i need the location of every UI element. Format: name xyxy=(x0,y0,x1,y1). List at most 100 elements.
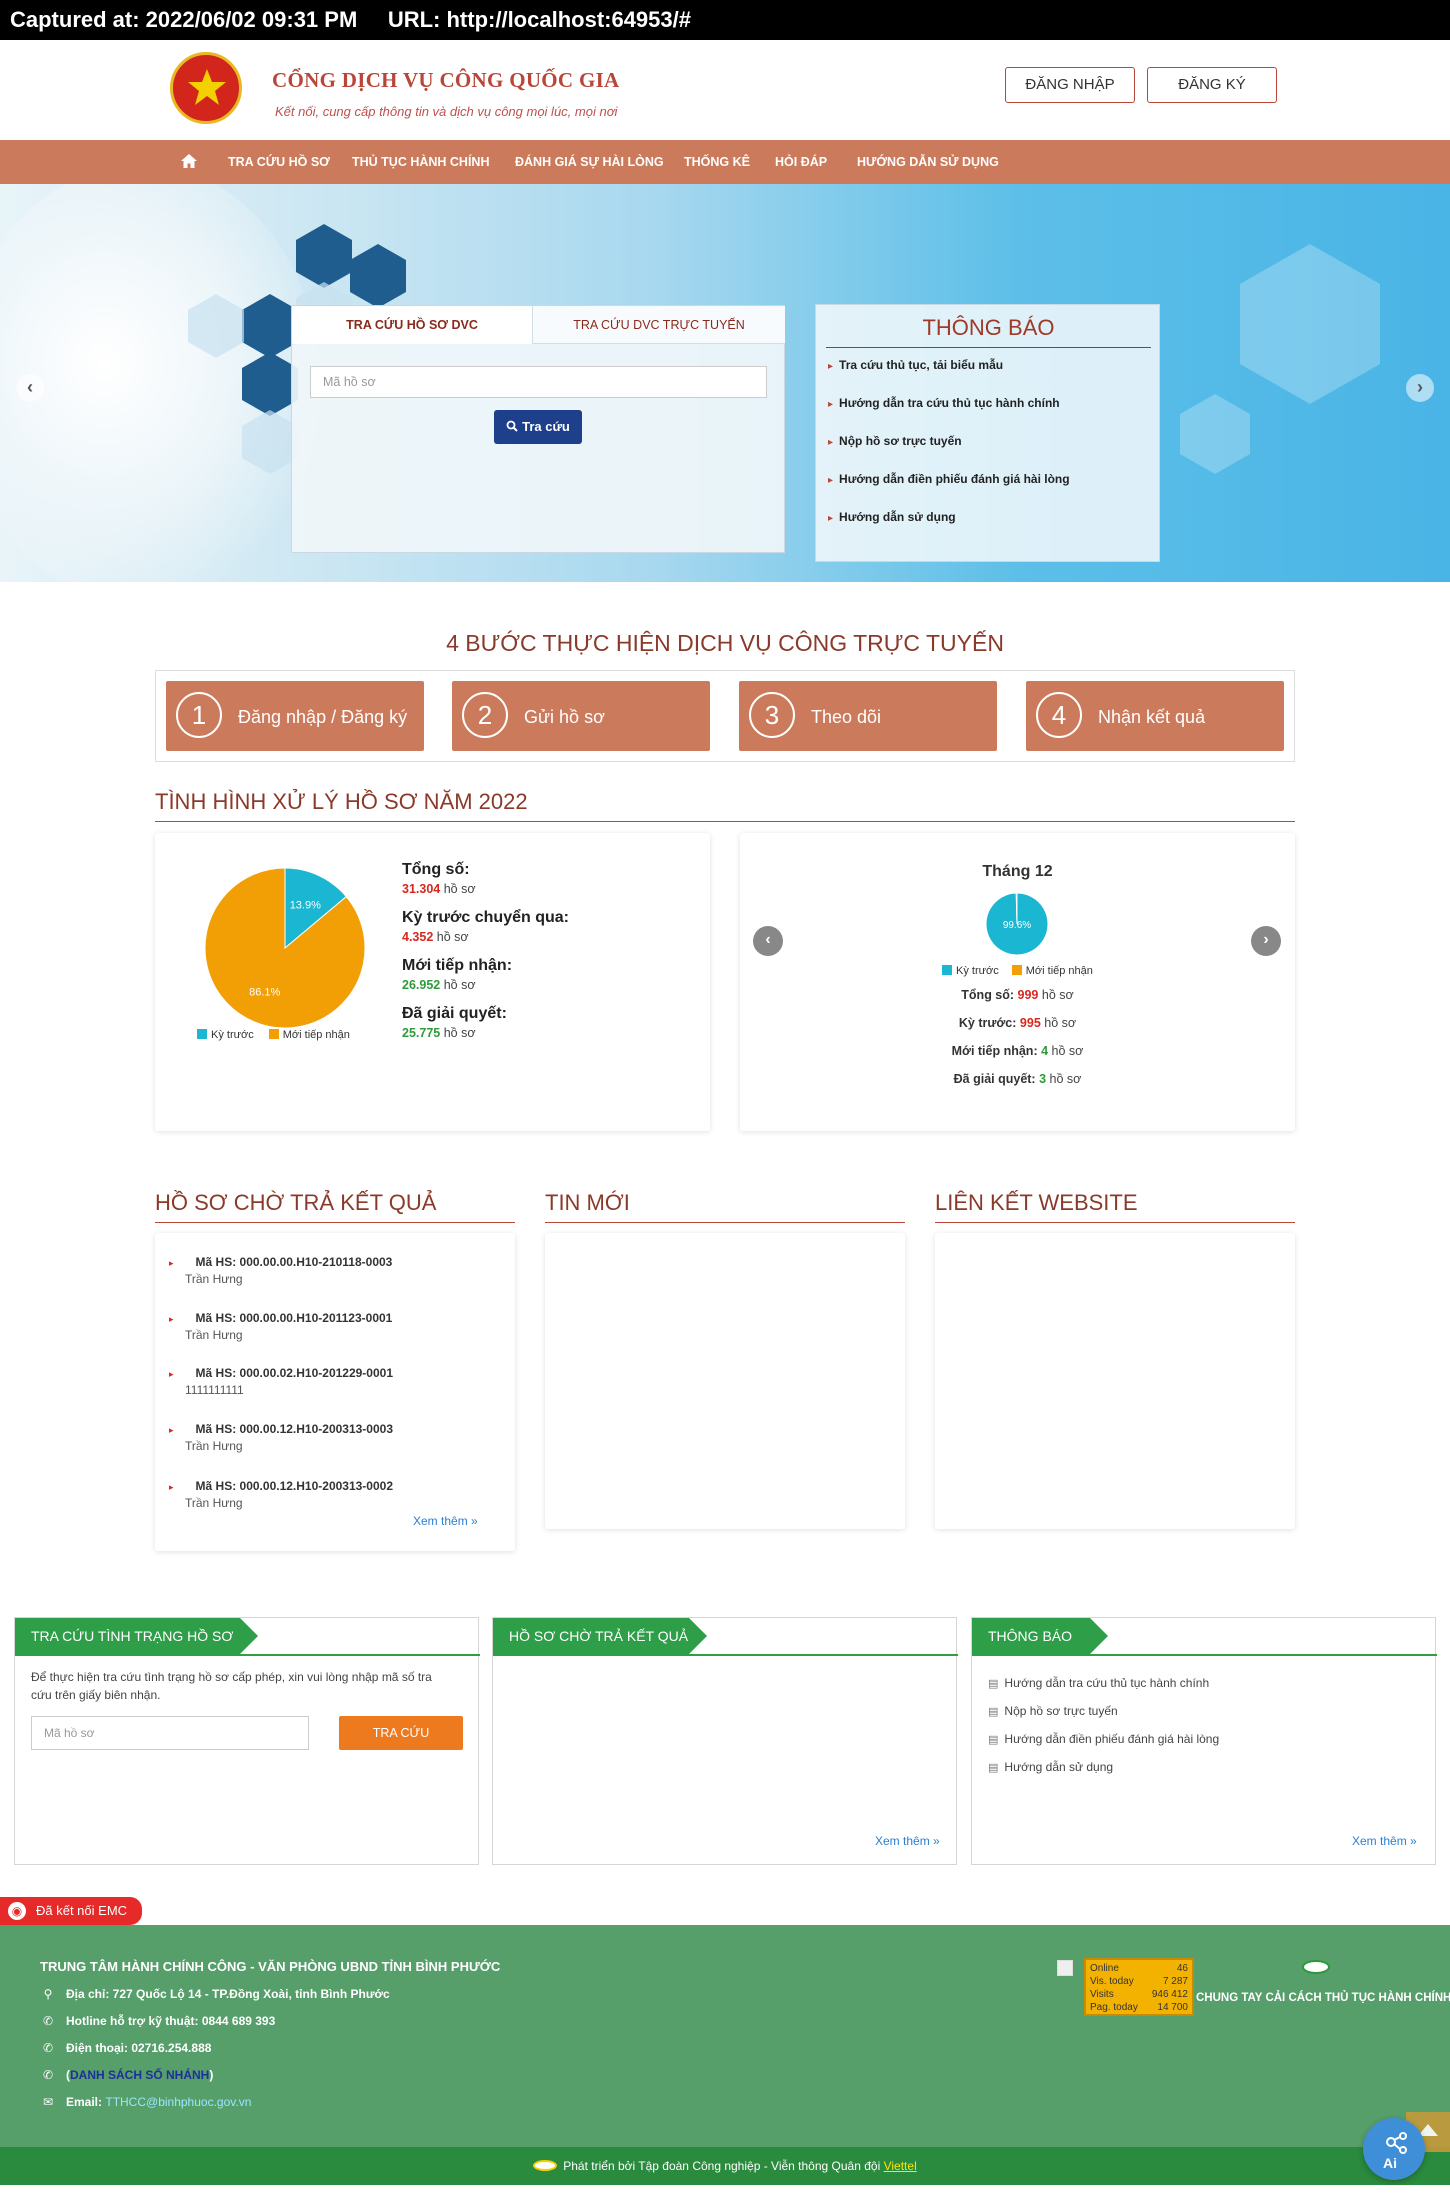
month-prev-label: Kỳ trước: xyxy=(958,1016,1017,1030)
step-label: Gửi hồ sơ xyxy=(524,707,605,727)
pending-name: Trần Hưng xyxy=(185,1328,243,1342)
pending-more-link[interactable]: Xem thêm » xyxy=(413,1514,478,1528)
month-prev-button[interactable]: ‹ xyxy=(753,926,783,956)
counter-row: Visits 946 412 xyxy=(1090,1988,1188,2001)
unit-label: hồ sơ xyxy=(436,930,469,944)
total-value: 31.304 xyxy=(402,882,441,896)
legend-prev-label: Kỳ trước xyxy=(956,965,999,977)
step-receive[interactable]: 4 Nhận kết quả xyxy=(1026,681,1284,751)
search-button-label: Tra cứu xyxy=(522,419,570,434)
search-input[interactable]: Mã hồ sơ xyxy=(310,366,767,398)
hero-prev-arrow[interactable]: ‹ xyxy=(16,374,44,402)
list-item[interactable]: Mã HS: 000.00.12.H10-200313-0003 Trần Hưn… xyxy=(185,1422,393,1453)
tab-tra-cuu-dvc-truc-tuyen[interactable]: TRA CỨU DVC TRỰC TUYẾN xyxy=(532,306,785,344)
done-label: Đã giải quyết: xyxy=(402,1005,507,1022)
step-number: 2 xyxy=(462,692,508,738)
register-button[interactable]: ĐĂNG KÝ xyxy=(1147,67,1277,103)
pending-green-card-title: HỒ SƠ CHỜ TRẢ KẾT QUẢ xyxy=(493,1618,707,1654)
nav-item-thong-ke[interactable]: THỐNG KÊ xyxy=(684,140,750,184)
footer-org: TRUNG TÂM HÀNH CHÍNH CÔNG - VĂN PHÒNG UB… xyxy=(40,1959,501,1974)
lookup-button[interactable]: TRA CỨU xyxy=(339,1716,463,1750)
footer-credit-link[interactable]: Viettel xyxy=(884,2159,917,2173)
pending-green-more-link[interactable]: Xem thêm » xyxy=(875,1834,940,1848)
step-track[interactable]: 3 Theo dõi xyxy=(739,681,997,751)
national-emblem-logo[interactable] xyxy=(170,52,242,124)
month-prev: Kỳ trước: 995 hồ sơ xyxy=(740,1016,1295,1030)
footer-phone: ✆ Điện thoại: 02716.254.888 xyxy=(40,2041,211,2055)
notice-item[interactable]: Hướng dẫn điền phiếu đánh giá hài lòng xyxy=(828,472,1070,486)
nav-item-hoi-dap[interactable]: HỎI ĐÁP xyxy=(775,140,827,184)
card-header-bar xyxy=(15,1654,480,1656)
card-header-bar xyxy=(493,1654,958,1656)
month-stats-card: Tháng 12 99.6% Kỳ trước Mới tiếp nhận Tổ… xyxy=(740,833,1295,1131)
nav-item-tra-cuu-ho-so[interactable]: TRA CỨU HỒ SƠ xyxy=(228,140,330,184)
pending-name: Trần Hưng xyxy=(185,1439,243,1453)
nav-item-danh-gia-su-hai-long[interactable]: ĐÁNH GIÁ SỰ HÀI LÒNG xyxy=(515,140,664,184)
search-icon xyxy=(506,420,518,432)
footer-email-link[interactable]: TTHCC@binhphuoc.gov.vn xyxy=(105,2095,251,2109)
total-label: Tổng số: xyxy=(402,861,470,878)
home-icon[interactable] xyxy=(181,154,197,168)
ai-assistant-button[interactable]: Ai xyxy=(1363,2118,1425,2180)
month-new-label: Mới tiếp nhận: xyxy=(951,1044,1038,1058)
nav-item-thu-tuc-hanh-chinh[interactable]: THỦ TỤC HÀNH CHÍNH xyxy=(352,140,490,184)
counter-value: 46 xyxy=(1176,1963,1188,1974)
newspaper-icon: ▤ xyxy=(988,1706,999,1718)
step-submit[interactable]: 2 Gửi hồ sơ xyxy=(452,681,710,751)
month-new-value: 4 xyxy=(1041,1044,1049,1058)
notice-item[interactable]: Hướng dẫn tra cứu thủ tục hành chính xyxy=(828,396,1060,410)
search-button[interactable]: Tra cứu xyxy=(494,410,582,444)
notice-green-item[interactable]: ▤ Hướng dẫn tra cứu thủ tục hành chính xyxy=(988,1676,1209,1690)
notice-green-item[interactable]: ▤ Hướng dẫn sử dụng xyxy=(988,1760,1113,1774)
footer-credit-text: Phát triển bởi Tập đoàn Công nghiệp - Vi… xyxy=(563,2159,881,2173)
viettel-logo xyxy=(1302,1960,1330,1974)
year-pie-chart: 13.9% 86.1% xyxy=(204,867,366,1029)
list-item[interactable]: Mã HS: 000.00.12.H10-200313-0002 Trần Hưn… xyxy=(185,1479,393,1510)
news-section-title: TIN MỚI xyxy=(545,1190,630,1215)
notice-item[interactable]: Nộp hồ sơ trực tuyến xyxy=(828,434,962,448)
links-card xyxy=(935,1233,1295,1529)
notice-green-item[interactable]: ▤ Nộp hồ sơ trực tuyến xyxy=(988,1704,1118,1718)
footer-phone-text: Điện thoại: 02716.254.888 xyxy=(66,2041,212,2055)
tab-tra-cuu-ho-so-dvc[interactable]: TRA CỨU HỒ SƠ DVC xyxy=(292,306,532,344)
newspaper-icon: ▤ xyxy=(988,1734,999,1746)
counter-label: Pag. today xyxy=(1090,2002,1138,2013)
footer-hotlines-link[interactable]: DANH SÁCH SỐ NHÁNH xyxy=(70,2068,209,2082)
search-panel: TRA CỨU HỒ SƠ DVC TRA CỨU DVC TRỰC TUYẾN… xyxy=(291,305,785,553)
site-title[interactable]: CỔNG DỊCH VỤ CÔNG QUỐC GIA xyxy=(272,68,620,93)
nav-item-huong-dan-su-dung[interactable]: HƯỚNG DẪN SỬ DỤNG xyxy=(857,140,999,184)
lookup-input[interactable]: Mã hồ sơ xyxy=(31,1716,309,1750)
unit-label: hồ sơ xyxy=(443,882,476,896)
counter-value: 14 700 xyxy=(1157,2002,1188,2013)
month-next-button[interactable]: › xyxy=(1251,926,1281,956)
done-value-row: 25.775 hồ sơ xyxy=(402,1026,476,1040)
eye-icon: ◉ xyxy=(8,1902,26,1920)
legend-prev-label: Kỳ trước xyxy=(211,1029,254,1041)
new-value-row: 26.952 hồ sơ xyxy=(402,978,476,992)
notice-item[interactable]: Hướng dẫn sử dụng xyxy=(828,510,956,524)
news-card xyxy=(545,1233,905,1529)
pending-section-rule xyxy=(155,1222,515,1223)
step-login[interactable]: 1 Đăng nhập / Đăng ký xyxy=(166,681,424,751)
visitor-counter[interactable]: Online 46 Vis. today 7 287 Visits 946 412 P… xyxy=(1084,1958,1194,2016)
notice-title: THÔNG BÁO xyxy=(922,315,1055,340)
list-item[interactable]: Mã HS: 000.00.00.H10-210118-0003 Trần Hưn… xyxy=(185,1255,392,1286)
list-item[interactable]: Mã HS: 000.00.00.H10-201123-0001 Trần Hưn… xyxy=(185,1311,392,1342)
emc-badge[interactable]: ◉ Đã kết nối EMC xyxy=(0,1897,142,1925)
month-done-label: Đã giải quyết: xyxy=(953,1072,1036,1086)
hero-next-arrow[interactable]: › xyxy=(1406,374,1434,402)
notice-item[interactable]: Tra cứu thủ tục, tải biểu mẫu xyxy=(828,358,1003,372)
viettel-logo xyxy=(533,2160,558,2171)
newspaper-icon: ▤ xyxy=(988,1678,999,1690)
notice-green-item[interactable]: ▤ Hướng dẫn điền phiếu đánh giá hài lòng xyxy=(988,1732,1219,1746)
unit-label: hồ sơ xyxy=(1041,988,1074,1002)
login-button[interactable]: ĐĂNG NHẬP xyxy=(1005,67,1135,103)
lookup-card: TRA CỨU TÌNH TRẠNG HỒ SƠ Để thực hiện tr… xyxy=(14,1617,480,1865)
pie-slice-label: 99.6% xyxy=(1003,920,1031,931)
footer-email: ✉ Email: TTHCC@binhphuoc.gov.vn xyxy=(40,2095,251,2109)
list-item[interactable]: Mã HS: 000.00.02.H10-201229-0001 11111111… xyxy=(185,1366,393,1397)
status-section-title: TÌNH HÌNH XỬ LÝ HỒ SƠ NĂM 2022 xyxy=(155,789,528,814)
month-total: Tổng số: 999 hồ sơ xyxy=(740,988,1295,1002)
footer-credit-bar: Phát triển bởi Tập đoàn Công nghiệp - Vi… xyxy=(0,2147,1450,2185)
notice-green-more-link[interactable]: Xem thêm » xyxy=(1352,1834,1417,1848)
